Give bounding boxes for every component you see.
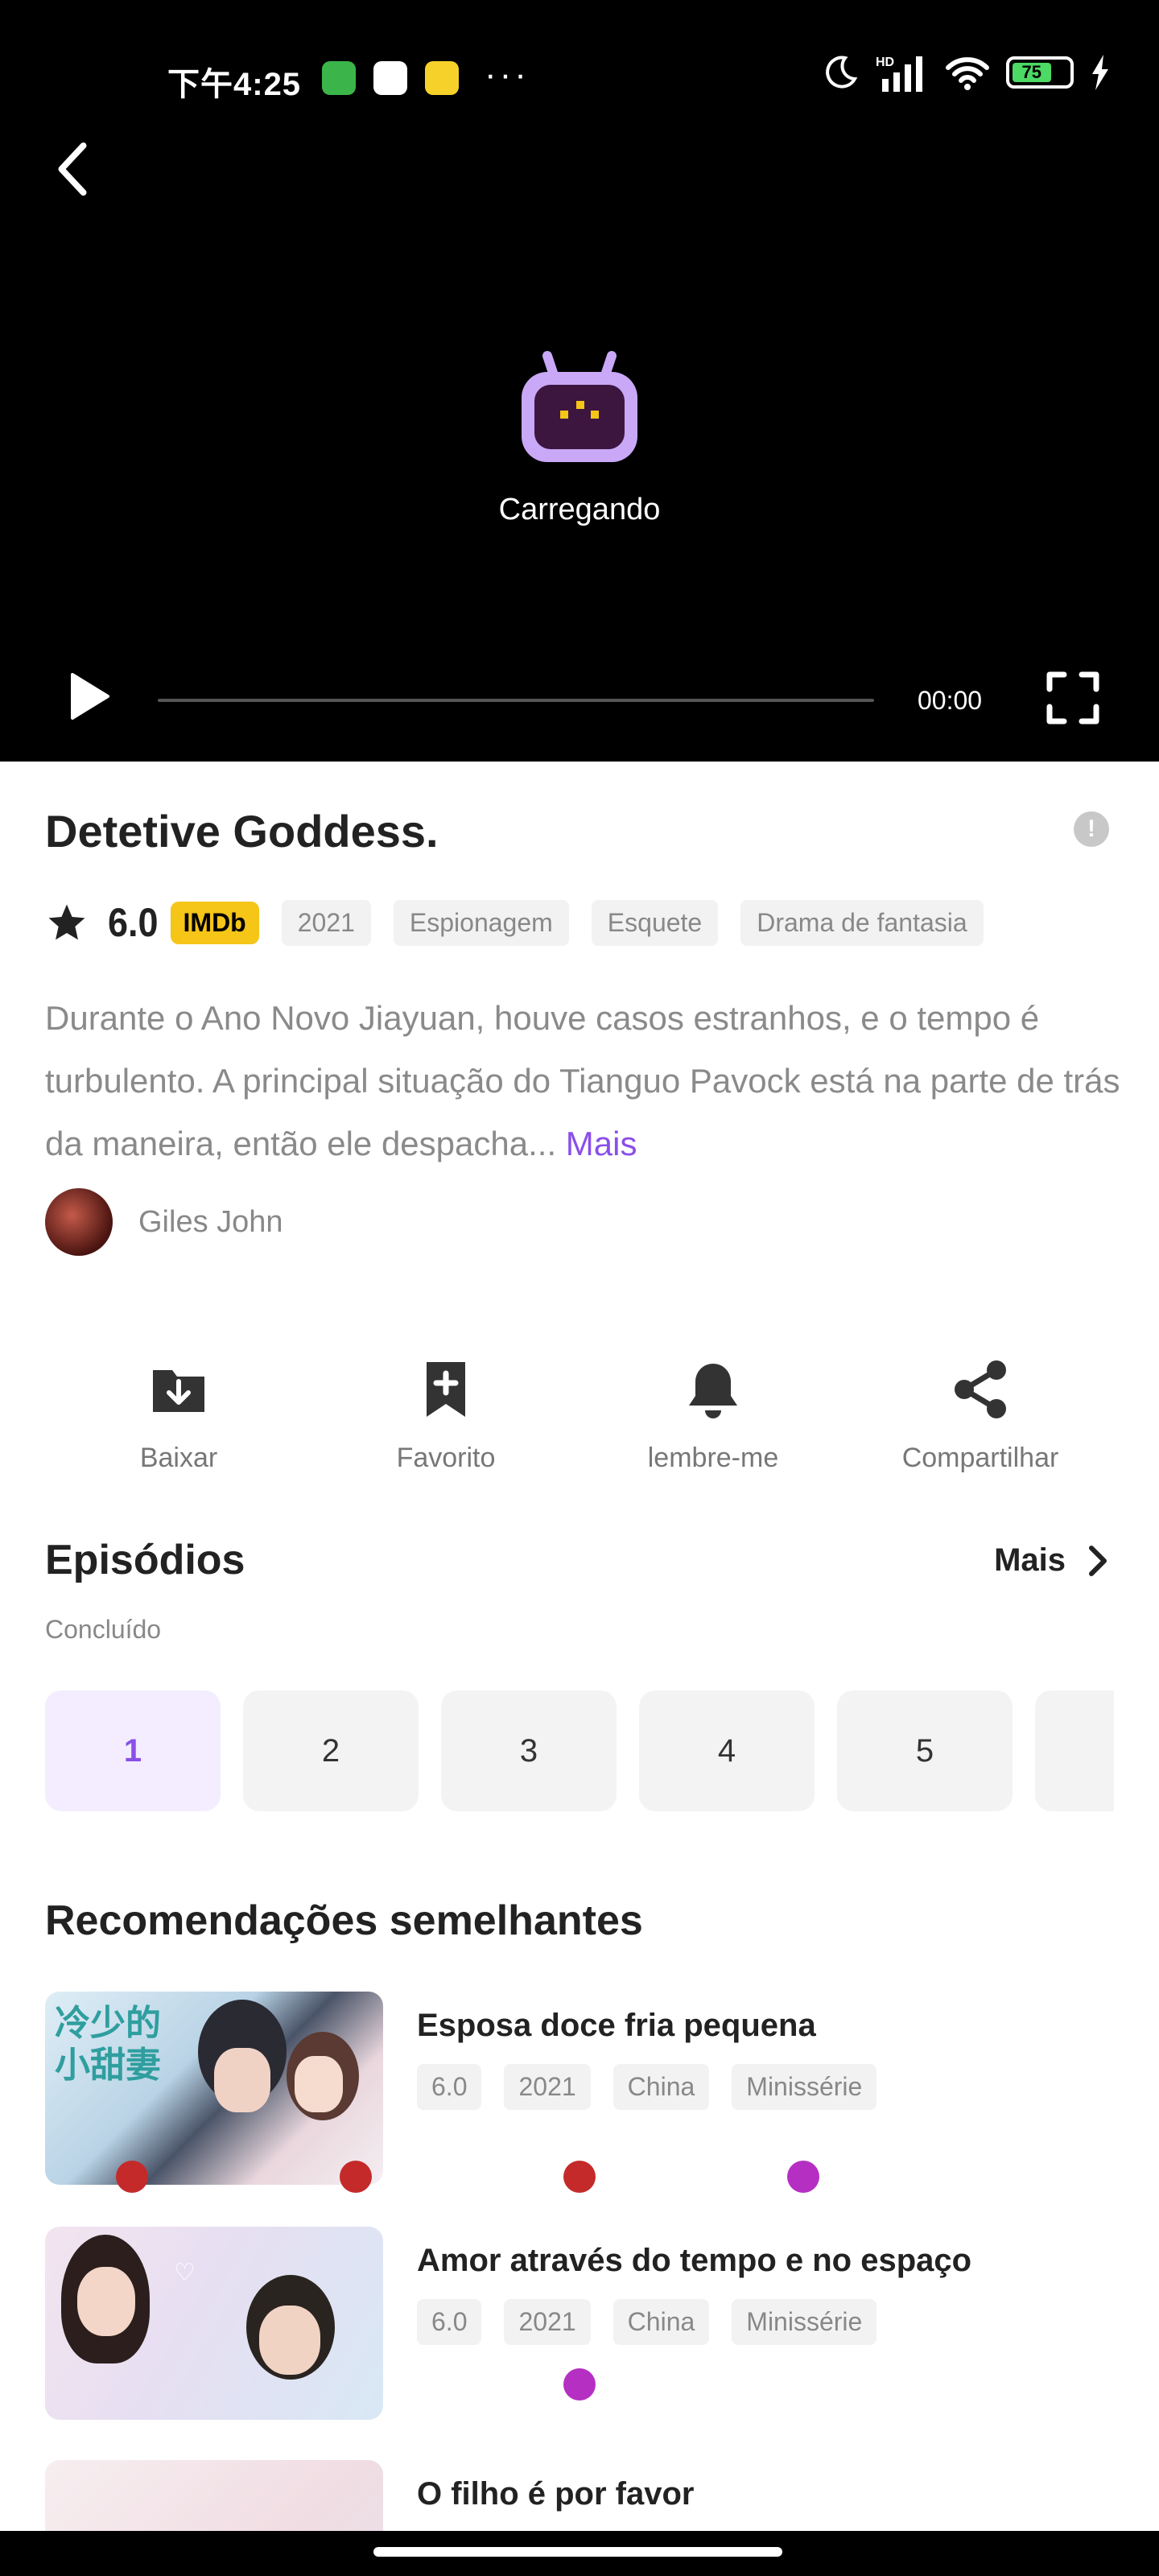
red-dot-marker [340, 2161, 372, 2193]
download-label: Baixar [139, 1443, 218, 1473]
battery-level: 75 [1013, 63, 1051, 82]
episode-button-4[interactable]: 4 [639, 1690, 815, 1811]
show-description: Durante o Ano Novo Jiayuan, houve casos … [45, 987, 1124, 1175]
back-button[interactable] [40, 137, 105, 201]
recommendation-title: O filho é por favor [417, 2476, 695, 2512]
episodes-heading: Episódios [45, 1537, 245, 1583]
favorite-button[interactable]: Favorito [312, 1357, 580, 1474]
signal-icon: HD [876, 56, 922, 92]
chevron-right-icon [1089, 1545, 1107, 1576]
loading-label: Carregando [498, 493, 661, 526]
recommendation-thumbnail: 冷少的 小甜妻 [45, 1992, 383, 2185]
recommendation-title: Amor através do tempo e no espaço [417, 2243, 972, 2278]
recommendation-item[interactable]: 冷少的 小甜妻 Esposa doce fria pequena 6.0 2021… [45, 1992, 1116, 2193]
rec-tag-type: Minissérie [732, 2064, 877, 2110]
signal-hd-label: HD [876, 56, 894, 69]
red-dot-marker [116, 2161, 148, 2193]
moon-icon [826, 56, 858, 89]
imdb-badge: IMDb [170, 901, 259, 944]
rec-tag-year: 2021 [504, 2299, 591, 2345]
status-bar: 下午4:25 ··· HD 75 [0, 0, 1159, 153]
rec-tag-type: Minissérie [732, 2299, 877, 2345]
star-icon [48, 904, 85, 940]
info-icon[interactable]: ! [1074, 811, 1109, 847]
tag-year: 2021 [281, 899, 371, 946]
remind-me-button[interactable]: lembre-me [580, 1357, 847, 1474]
author[interactable]: Giles John [45, 1188, 283, 1256]
recommendation-tags: 6.0 2021 China Minissérie [417, 2299, 877, 2345]
episode-button-1[interactable]: 1 [45, 1690, 221, 1811]
recommendations-heading: Recomendações semelhantes [45, 1897, 643, 1944]
purple-dot-marker [563, 2368, 596, 2401]
show-title: Detetive Goddess. [45, 806, 439, 857]
share-button[interactable]: Compartilhar [847, 1357, 1114, 1474]
tv-mascot-loading-icon [522, 351, 637, 462]
battery-icon: 75 [1006, 56, 1074, 89]
rec-tag-country: China [612, 2299, 710, 2345]
episode-button-2[interactable]: 2 [243, 1690, 419, 1811]
playback-time: 00:00 [918, 686, 983, 715]
tag-genre: Drama de fantasia [740, 899, 984, 946]
show-meta: 6.0 IMDb 2021 Espionagem Esquete Drama d… [45, 894, 984, 952]
share-label: Compartilhar [901, 1443, 1059, 1473]
bookmark-plus-icon [427, 1362, 465, 1417]
author-name: Giles John [138, 1204, 283, 1239]
episode-list: 1 2 3 4 5 6 [45, 1690, 1114, 1811]
episodes-more-button[interactable]: Mais [994, 1542, 1114, 1579]
home-indicator[interactable] [373, 2547, 782, 2557]
video-player[interactable]: 下午4:25 ··· HD 75 Carregando 00:00 [0, 0, 1159, 762]
episodes-status: Concluído [45, 1615, 162, 1644]
more-notifications-icon: ··· [485, 55, 530, 94]
chevron-left-icon [58, 142, 87, 196]
rec-tag-country: China [612, 2064, 710, 2110]
avatar [45, 1188, 113, 1256]
recommendation-title: Esposa doce fria pequena [417, 2008, 816, 2043]
fullscreen-button[interactable] [1045, 670, 1101, 726]
favorite-label: Favorito [396, 1443, 496, 1473]
recommendation-item[interactable]: ♡ Amor através do tempo e no espaço 6.0 … [45, 2227, 1116, 2420]
rating-value: 6.0 [108, 900, 159, 945]
recommendation-tags: 6.0 2021 China Minissérie [417, 2064, 877, 2110]
charging-icon [1092, 55, 1108, 90]
browser-notification-icon [373, 61, 407, 95]
bell-icon [689, 1364, 737, 1418]
episode-button-5[interactable]: 5 [837, 1690, 1013, 1811]
remind-me-label: lembre-me [647, 1443, 779, 1473]
status-time: 下午4:25 [167, 67, 302, 102]
red-dot-marker [563, 2161, 596, 2193]
play-button[interactable] [58, 668, 114, 724]
action-bar: Baixar Favorito lembre-me Compartilhar [45, 1357, 1114, 1474]
purple-dot-marker [787, 2161, 819, 2193]
emoji-notification-icon [425, 61, 459, 95]
tag-genre: Esquete [591, 899, 719, 946]
description-more-link[interactable]: Mais [566, 1125, 637, 1162]
download-button[interactable]: Baixar [45, 1357, 312, 1474]
rec-tag-year: 2021 [504, 2064, 591, 2110]
tag-genre: Espionagem [393, 899, 569, 946]
wifi-icon [946, 57, 989, 90]
recommendation-thumbnail: ♡ [45, 2227, 383, 2420]
episode-button-3[interactable]: 3 [441, 1690, 617, 1811]
episodes-more-label: Mais [994, 1542, 1066, 1578]
rec-tag-rating: 6.0 [417, 2299, 482, 2345]
share-icon [955, 1360, 1006, 1418]
rec-tag-rating: 6.0 [417, 2064, 482, 2110]
app-notification-icon [322, 61, 356, 95]
download-folder-icon [153, 1370, 204, 1412]
episode-button-6[interactable]: 6 [1035, 1690, 1114, 1811]
progress-bar[interactable] [158, 699, 874, 702]
